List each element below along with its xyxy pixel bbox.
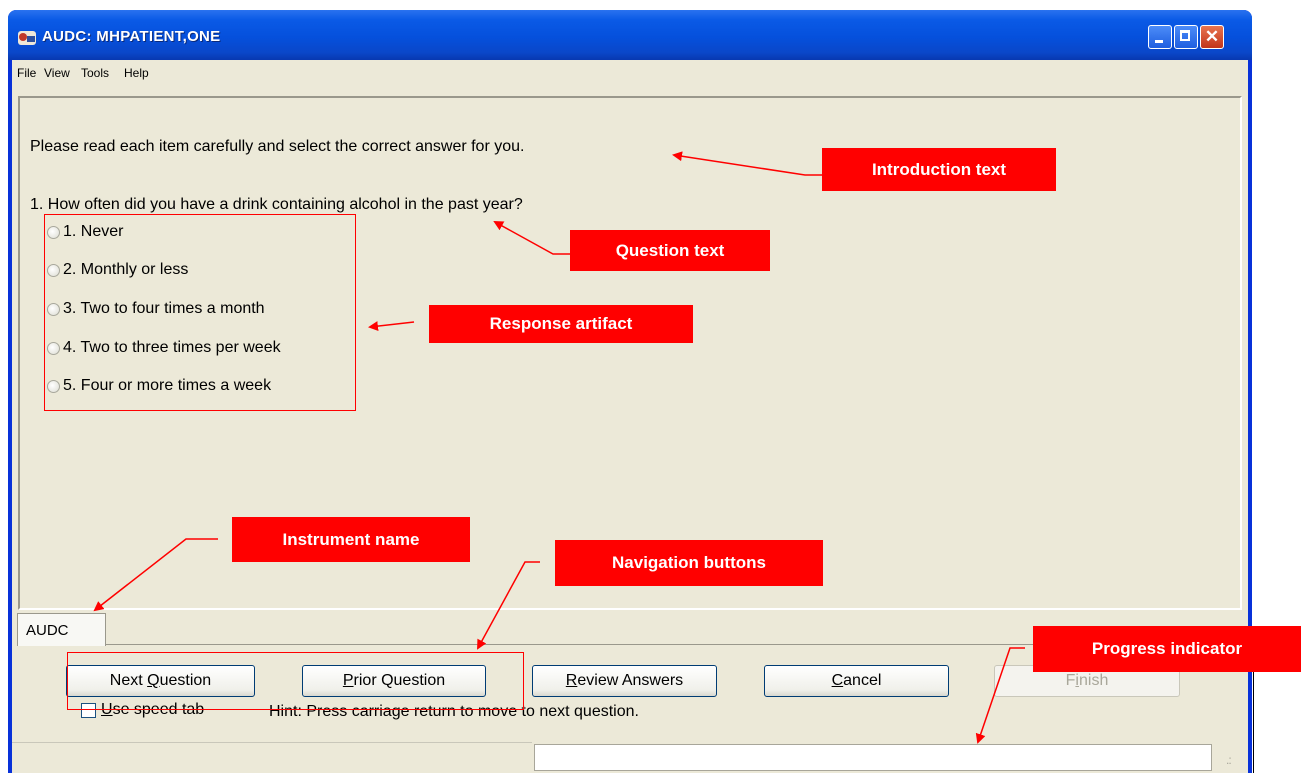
arrow-introduction xyxy=(672,151,822,176)
arrow-response xyxy=(368,321,415,332)
arrow-instrument xyxy=(93,538,218,612)
arrow-navigation xyxy=(477,561,540,650)
annotation-arrows xyxy=(93,151,1025,744)
arrow-question xyxy=(493,221,570,255)
arrow-progress xyxy=(975,647,1025,744)
